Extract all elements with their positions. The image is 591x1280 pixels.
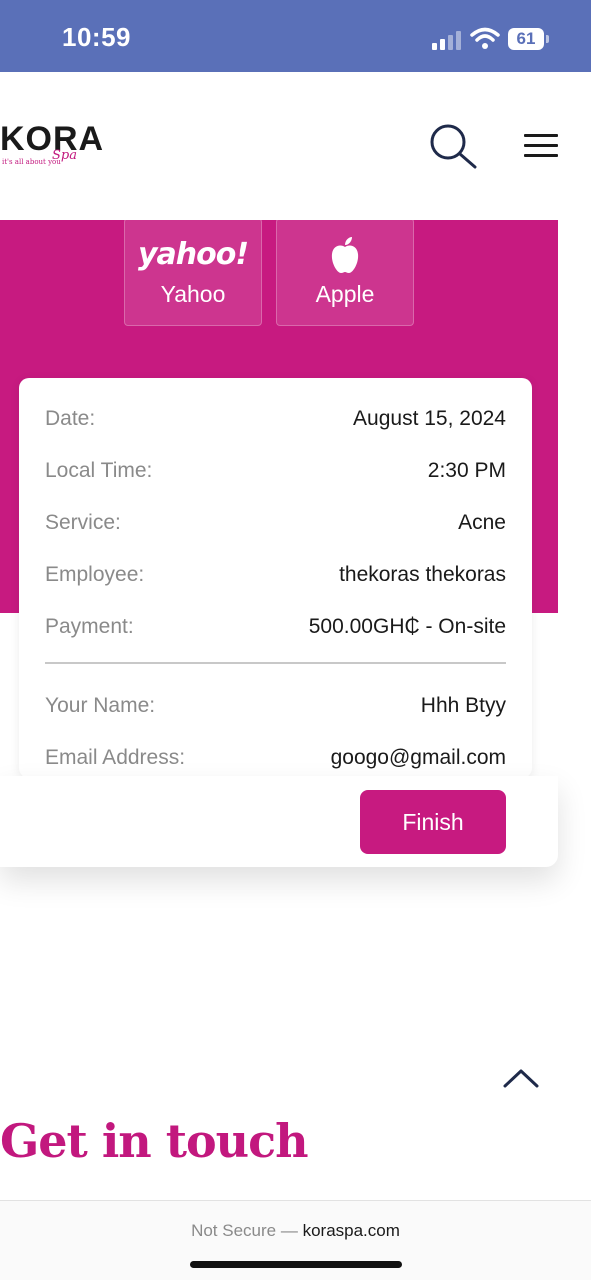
summary-row-name: Your Name: Hhh Btyy: [45, 694, 506, 724]
apple-icon: [331, 237, 359, 273]
row-value: 2:30 PM: [427, 459, 506, 482]
get-in-touch-heading: Get in touch: [0, 1114, 309, 1168]
row-label: Employee:: [45, 563, 145, 586]
row-label: Payment:: [45, 615, 134, 638]
yahoo-logo: yahoo!: [137, 237, 249, 272]
finish-button[interactable]: Finish: [360, 790, 506, 854]
add-to-yahoo-button[interactable]: yahoo! Yahoo: [124, 218, 262, 326]
site-header: KORA Spa it's all about you: [0, 72, 591, 220]
row-value: Hhh Btyy: [420, 694, 506, 717]
battery-tip: [546, 35, 549, 43]
booking-summary-card: Date: August 15, 2024 Local Time: 2:30 P…: [19, 378, 532, 778]
url-text: Not Secure — koraspa.com: [0, 1221, 591, 1241]
menu-icon[interactable]: [524, 134, 558, 160]
row-label: Local Time:: [45, 459, 153, 482]
summary-row-time: Local Time: 2:30 PM: [45, 459, 506, 489]
provider-label-apple: Apple: [315, 281, 375, 307]
row-value: 500.00GH₵ - On-site: [308, 615, 506, 638]
status-bar: 10:59 61: [0, 0, 591, 72]
summary-row-payment: Payment: 500.00GH₵ - On-site: [45, 615, 506, 645]
signal-icon: [432, 30, 462, 50]
page: 10:59 61 KORA Spa it's all about you yah…: [0, 0, 591, 1280]
provider-label-yahoo: Yahoo: [160, 281, 226, 307]
url-domain: koraspa.com: [302, 1221, 400, 1240]
add-to-apple-button[interactable]: Apple: [276, 218, 414, 326]
chevron-up-icon[interactable]: [502, 1066, 540, 1090]
row-label: Date:: [45, 407, 96, 430]
booking-action-bar: Finish: [0, 776, 558, 867]
battery-icon: 61: [508, 28, 544, 50]
wifi-icon: [470, 27, 500, 49]
summary-row-employee: Employee: thekoras thekoras: [45, 563, 506, 593]
summary-row-email: Email Address: googo@gmail.com: [45, 746, 506, 776]
home-indicator: [190, 1261, 402, 1268]
logo-tagline: it's all about you: [2, 158, 61, 166]
status-time: 10:59: [62, 22, 131, 52]
search-icon[interactable]: [428, 122, 478, 170]
summary-divider: [45, 662, 506, 664]
row-value: googo@gmail.com: [330, 746, 506, 769]
summary-row-date: Date: August 15, 2024: [45, 407, 506, 437]
row-value: Acne: [458, 511, 506, 534]
row-label: Service:: [45, 511, 121, 534]
browser-url-bar[interactable]: Not Secure — koraspa.com: [0, 1200, 591, 1280]
summary-row-service: Service: Acne: [45, 511, 506, 541]
row-value: thekoras thekoras: [339, 563, 506, 586]
row-label: Email Address:: [45, 746, 186, 769]
security-label: Not Secure —: [191, 1221, 298, 1240]
koraspa-logo[interactable]: KORA Spa it's all about you: [0, 120, 103, 170]
row-label: Your Name:: [45, 694, 156, 717]
row-value: August 15, 2024: [353, 407, 506, 430]
